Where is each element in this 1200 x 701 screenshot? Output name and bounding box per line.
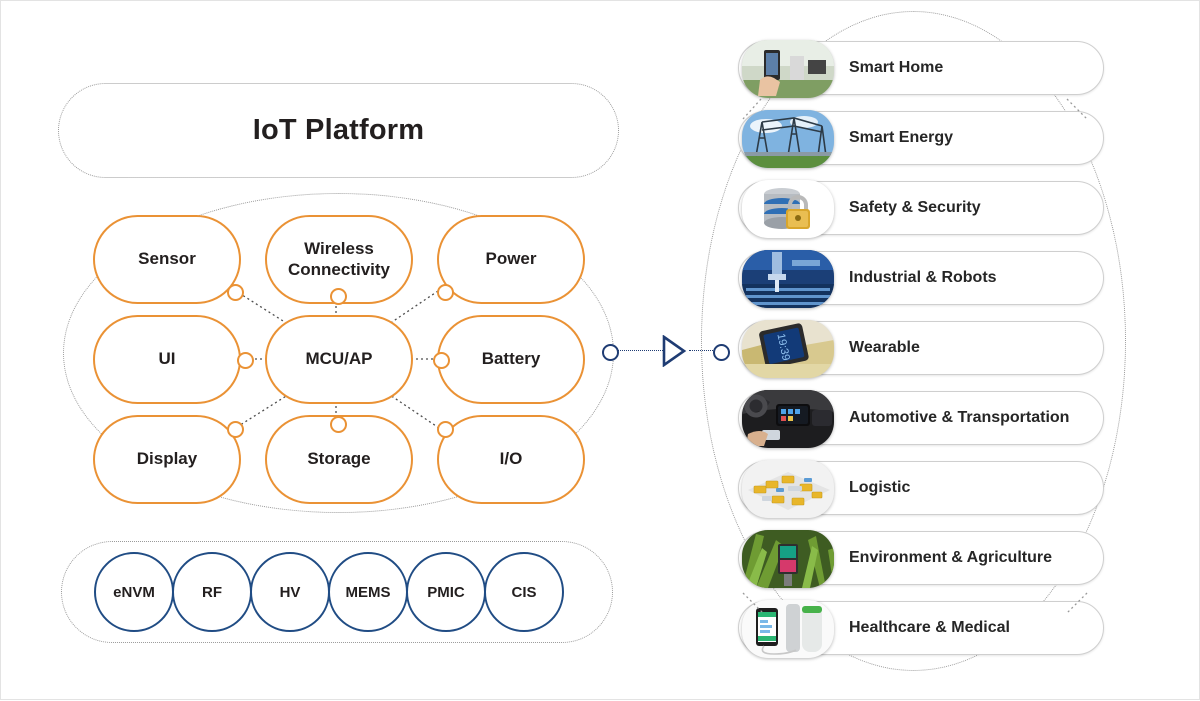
technology-rf[interactable]: RF: [172, 552, 252, 632]
technology-envm[interactable]: eNVM: [94, 552, 174, 632]
connector-node-sensor: [227, 284, 244, 301]
core-block-label: UI: [159, 349, 176, 370]
wearable-thumbnail: 19:39: [742, 320, 834, 378]
industrial-robots-thumbnail: [742, 250, 834, 308]
automotive-transportation-thumbnail: [742, 390, 834, 448]
arrow-node-right: [713, 344, 730, 361]
connector-node-ui: [237, 352, 254, 369]
connector-node-wireless: [330, 288, 347, 305]
healthcare-medical-thumbnail: [742, 600, 834, 658]
connector-node-io: [437, 421, 454, 438]
core-block-ui[interactable]: UI: [93, 315, 241, 404]
application-row-wearable[interactable]: 19:39 Wearable: [738, 321, 1104, 375]
application-label: Smart Home: [849, 59, 943, 77]
core-block-power[interactable]: Power: [437, 215, 585, 304]
core-block-label: MCU/AP: [305, 349, 372, 370]
applications-list: Smart Home: [738, 41, 1104, 661]
application-label: Healthcare & Medical: [849, 619, 1010, 637]
technology-label: PMIC: [427, 584, 465, 601]
core-block-label: Battery: [482, 349, 541, 370]
smart-home-thumbnail: [742, 40, 834, 98]
application-label: Wearable: [849, 339, 920, 357]
technology-cis[interactable]: CIS: [484, 552, 564, 632]
application-row-logistic[interactable]: Logistic: [738, 461, 1104, 515]
application-label: Smart Energy: [849, 129, 953, 147]
core-block-label: Power: [485, 249, 536, 270]
technology-label: eNVM: [113, 584, 155, 601]
connector-node-power: [437, 284, 454, 301]
application-label: Industrial & Robots: [849, 269, 997, 287]
core-block-label: Wireless Connectivity: [288, 239, 390, 280]
technology-hv[interactable]: HV: [250, 552, 330, 632]
core-blocks-grid: Sensor Wireless Connectivity Power UI MC…: [93, 215, 585, 504]
core-block-sensor[interactable]: Sensor: [93, 215, 241, 304]
technology-label: CIS: [511, 584, 536, 601]
page-title: IoT Platform: [253, 114, 425, 147]
core-block-label: Display: [137, 449, 197, 470]
technologies-list: eNVM RF HV MEMS PMIC CIS: [94, 552, 586, 632]
smart-energy-thumbnail: [742, 110, 834, 168]
environment-agriculture-thumbnail: [742, 530, 834, 588]
application-row-smart-energy[interactable]: Smart Energy: [738, 111, 1104, 165]
core-block-label-line2: Connectivity: [288, 260, 390, 279]
core-block-display[interactable]: Display: [93, 415, 241, 504]
core-block-io[interactable]: I/O: [437, 415, 585, 504]
core-block-label: I/O: [500, 449, 523, 470]
application-label: Safety & Security: [849, 199, 981, 217]
application-label: Automotive & Transportation: [849, 409, 1069, 427]
platform-header-container: IoT Platform: [58, 83, 619, 178]
technology-mems[interactable]: MEMS: [328, 552, 408, 632]
triangle-right-icon: [661, 335, 687, 367]
application-row-smart-home[interactable]: Smart Home: [738, 41, 1104, 95]
safety-security-thumbnail: [742, 180, 834, 238]
technology-label: MEMS: [346, 584, 391, 601]
technology-pmic[interactable]: PMIC: [406, 552, 486, 632]
logistic-thumbnail: [742, 460, 834, 518]
application-row-healthcare-medical[interactable]: Healthcare & Medical: [738, 601, 1104, 655]
connector-node-battery: [433, 352, 450, 369]
core-block-label: Sensor: [138, 249, 196, 270]
arrow-dotted-line-left: [617, 350, 665, 351]
core-block-label: Storage: [307, 449, 370, 470]
application-row-industrial-robots[interactable]: Industrial & Robots: [738, 251, 1104, 305]
core-block-label-line1: Wireless: [304, 239, 374, 258]
application-row-safety-security[interactable]: Safety & Security: [738, 181, 1104, 235]
core-block-mcu-ap[interactable]: MCU/AP: [265, 315, 413, 404]
application-row-automotive-transportation[interactable]: Automotive & Transportation: [738, 391, 1104, 445]
diagram-canvas: IoT Platform Sensor: [0, 0, 1200, 700]
connector-node-display: [227, 421, 244, 438]
arrow-node-left: [602, 344, 619, 361]
application-label: Logistic: [849, 479, 910, 497]
technology-label: RF: [202, 584, 222, 601]
technology-label: HV: [280, 584, 301, 601]
application-row-environment-agriculture[interactable]: Environment & Agriculture: [738, 531, 1104, 585]
core-block-battery[interactable]: Battery: [437, 315, 585, 404]
connector-node-storage: [330, 416, 347, 433]
application-label: Environment & Agriculture: [849, 549, 1052, 567]
